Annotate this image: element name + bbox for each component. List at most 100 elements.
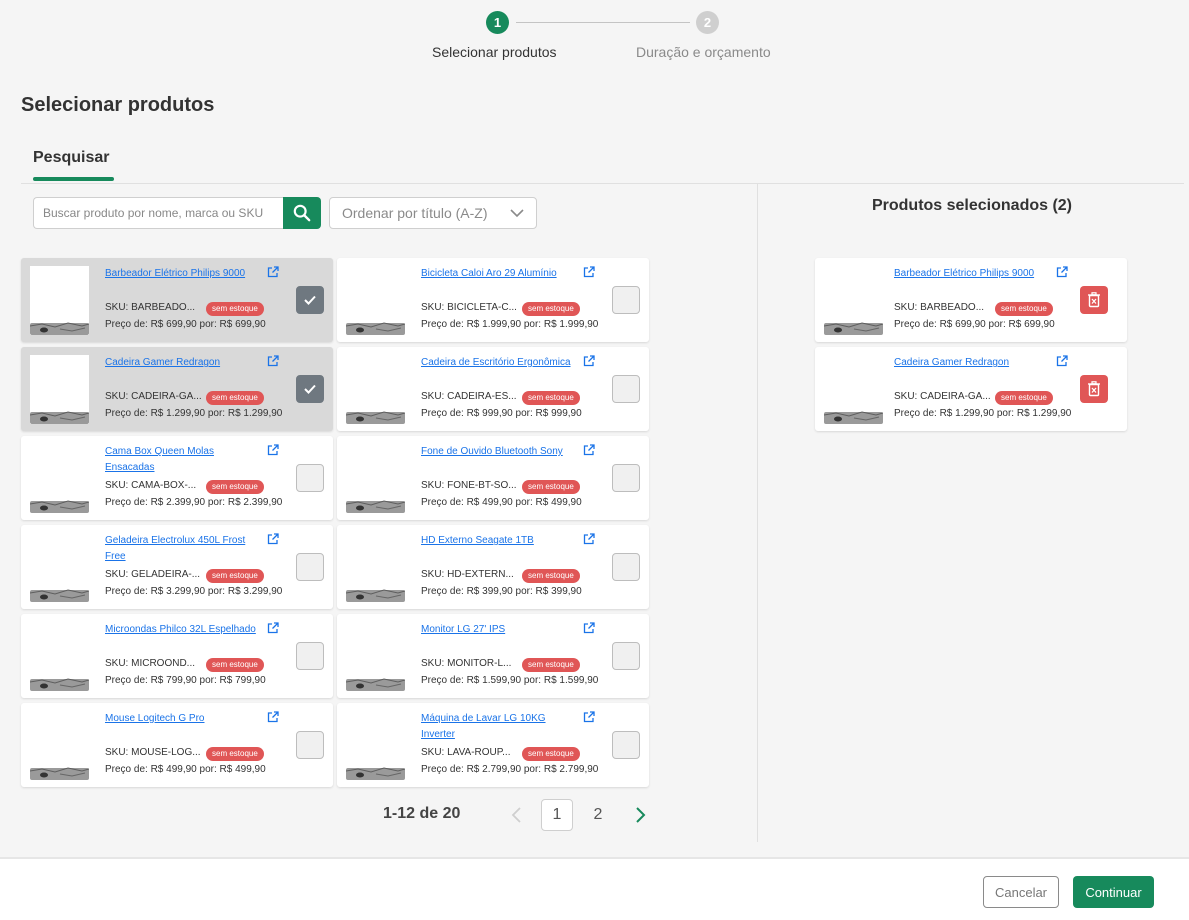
product-checkbox[interactable]	[296, 464, 324, 492]
rock-image-icon	[30, 411, 89, 424]
product-name-link[interactable]: Cadeira Gamer Redragon	[105, 355, 265, 371]
search-button[interactable]	[283, 197, 321, 229]
step-1-indicator: 1	[486, 11, 509, 34]
external-link-icon[interactable]	[583, 266, 595, 278]
product-price: Preço de: R$ 499,90 por: R$ 499,90	[421, 497, 582, 508]
stock-badge: sem estoque	[522, 391, 580, 405]
product-sku: SKU: CADEIRA-GA...	[894, 391, 991, 402]
product-image	[346, 266, 405, 335]
external-link-icon[interactable]	[1056, 355, 1068, 367]
product-name-link[interactable]: Bicicleta Caloi Aro 29 Alumínio	[421, 266, 581, 282]
search-bar	[33, 197, 321, 229]
stock-badge: sem estoque	[206, 747, 264, 761]
product-checkbox[interactable]	[612, 731, 640, 759]
stock-badge: sem estoque	[522, 658, 580, 672]
external-link-icon[interactable]	[267, 533, 279, 545]
product-name-link[interactable]: Barbeador Elétrico Philips 9000	[894, 266, 1054, 282]
stock-badge: sem estoque	[206, 480, 264, 494]
product-name-link[interactable]: Barbeador Elétrico Philips 9000	[105, 266, 265, 282]
product-checkbox[interactable]	[296, 375, 324, 403]
external-link-icon[interactable]	[267, 711, 279, 723]
stock-badge: sem estoque	[206, 302, 264, 316]
product-image	[30, 711, 89, 780]
external-link-icon[interactable]	[267, 266, 279, 278]
external-link-icon[interactable]	[267, 444, 279, 456]
product-checkbox[interactable]	[296, 731, 324, 759]
chevron-right-icon[interactable]	[633, 806, 647, 824]
product-card: Cadeira de Escritório Ergonômica SKU: CA…	[337, 347, 649, 431]
search-input[interactable]	[33, 197, 285, 229]
product-checkbox[interactable]	[612, 286, 640, 314]
continue-button[interactable]: Continuar	[1073, 876, 1154, 908]
product-name-link[interactable]: Mouse Logitech G Pro	[105, 711, 265, 727]
pagination-page-1[interactable]: 1	[541, 799, 573, 831]
trash-icon	[1088, 292, 1100, 308]
check-icon	[304, 295, 316, 305]
product-checkbox[interactable]	[612, 553, 640, 581]
product-price: Preço de: R$ 399,90 por: R$ 399,90	[421, 586, 582, 597]
product-image	[346, 711, 405, 780]
remove-product-button[interactable]	[1080, 375, 1108, 403]
product-price: Preço de: R$ 2.799,90 por: R$ 2.799,90	[421, 764, 599, 775]
external-link-icon[interactable]	[583, 711, 595, 723]
external-link-icon[interactable]	[583, 622, 595, 634]
rock-image-icon	[824, 322, 883, 335]
external-link-icon[interactable]	[583, 444, 595, 456]
cancel-button[interactable]: Cancelar	[983, 876, 1059, 908]
rock-image-icon	[30, 322, 89, 335]
product-card: Mouse Logitech G Pro SKU: MOUSE-LOG... s…	[21, 703, 333, 787]
product-sku: SKU: CADEIRA-ES...	[421, 391, 517, 402]
stock-badge: sem estoque	[995, 391, 1053, 405]
remove-product-button[interactable]	[1080, 286, 1108, 314]
rock-image-icon	[346, 678, 405, 691]
product-name-link[interactable]: Monitor LG 27' IPS	[421, 622, 581, 638]
product-checkbox[interactable]	[612, 375, 640, 403]
product-sku: SKU: HD-EXTERN...	[421, 569, 514, 580]
stock-badge: sem estoque	[522, 302, 580, 316]
product-price: Preço de: R$ 799,90 por: R$ 799,90	[105, 675, 266, 686]
product-card: Bicicleta Caloi Aro 29 Alumínio SKU: BIC…	[337, 258, 649, 342]
chevron-down-icon	[510, 208, 524, 217]
product-name-link[interactable]: Microondas Philco 32L Espelhado	[105, 622, 265, 638]
product-checkbox[interactable]	[612, 464, 640, 492]
chevron-left-icon[interactable]	[510, 806, 524, 824]
product-card: Geladeira Electrolux 450L Frost Free SKU…	[21, 525, 333, 609]
product-name-link[interactable]: HD Externo Seagate 1TB	[421, 533, 581, 549]
rock-image-icon	[346, 589, 405, 602]
external-link-icon[interactable]	[583, 355, 595, 367]
product-price: Preço de: R$ 1.299,90 por: R$ 1.299,90	[105, 408, 283, 419]
product-sku: SKU: BARBEADO...	[894, 302, 985, 313]
product-card: Barbeador Elétrico Philips 9000 SKU: BAR…	[21, 258, 333, 342]
product-sku: SKU: MONITOR-L...	[421, 658, 512, 669]
product-card: Fone de Ouvido Bluetooth Sony SKU: FONE-…	[337, 436, 649, 520]
product-checkbox[interactable]	[296, 642, 324, 670]
product-name-link[interactable]: Cama Box Queen Molas Ensacadas	[105, 444, 265, 476]
product-name-link[interactable]: Cadeira Gamer Redragon	[894, 355, 1054, 371]
product-price: Preço de: R$ 699,90 por: R$ 699,90	[105, 319, 266, 330]
product-card: Microondas Philco 32L Espelhado SKU: MIC…	[21, 614, 333, 698]
tabs-divider	[21, 183, 1184, 184]
product-name-link[interactable]: Geladeira Electrolux 450L Frost Free	[105, 533, 265, 565]
external-link-icon[interactable]	[267, 355, 279, 367]
product-sku: SKU: CADEIRA-GA...	[105, 391, 202, 402]
product-name-link[interactable]: Cadeira de Escritório Ergonômica	[421, 355, 581, 371]
external-link-icon[interactable]	[1056, 266, 1068, 278]
stock-badge: sem estoque	[522, 480, 580, 494]
external-link-icon[interactable]	[583, 533, 595, 545]
stock-badge: sem estoque	[206, 391, 264, 405]
product-image	[346, 622, 405, 691]
product-card: HD Externo Seagate 1TB SKU: HD-EXTERN...…	[337, 525, 649, 609]
external-link-icon[interactable]	[267, 622, 279, 634]
product-name-link[interactable]: Fone de Ouvido Bluetooth Sony	[421, 444, 581, 460]
product-checkbox[interactable]	[612, 642, 640, 670]
product-checkbox[interactable]	[296, 286, 324, 314]
product-image	[30, 622, 89, 691]
sort-select[interactable]: Ordenar por título (A-Z)	[329, 197, 537, 229]
pagination-page-2[interactable]: 2	[582, 799, 614, 831]
check-icon	[304, 384, 316, 394]
product-name-link[interactable]: Máquina de Lavar LG 10KG Inverter	[421, 711, 581, 743]
step-connector	[516, 22, 690, 23]
stock-badge: sem estoque	[522, 747, 580, 761]
product-checkbox[interactable]	[296, 553, 324, 581]
tab-pesquisar[interactable]: Pesquisar	[33, 149, 109, 167]
